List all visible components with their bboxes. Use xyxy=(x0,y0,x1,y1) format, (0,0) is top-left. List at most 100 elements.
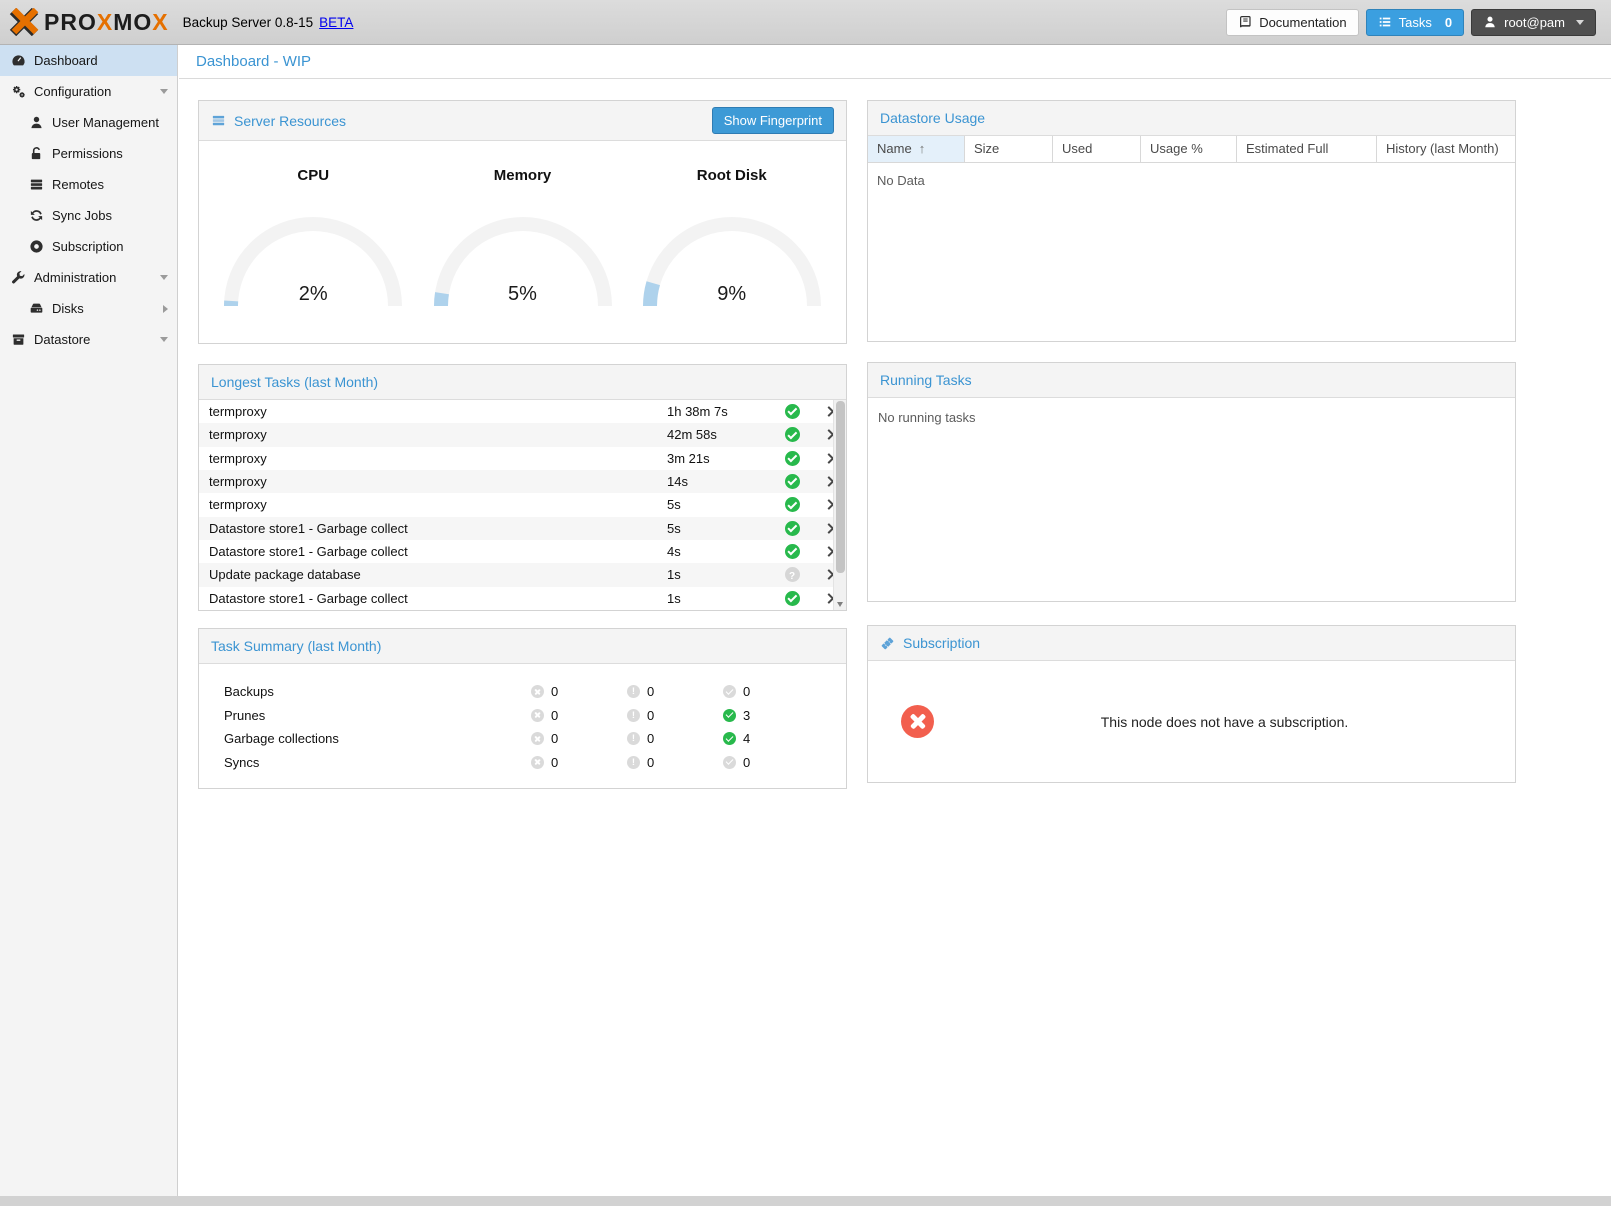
subscription-message: This node does not have a subscription. xyxy=(934,714,1515,730)
subscription-header: Subscription xyxy=(868,626,1515,661)
task-status-icon xyxy=(785,451,800,466)
task-status-icon xyxy=(785,544,800,559)
datastore-usage-title: Datastore Usage xyxy=(880,110,985,126)
ok-count-icon xyxy=(723,685,736,698)
sidebar-item-user-management[interactable]: User Management xyxy=(0,107,177,138)
column-header[interactable]: Usage % xyxy=(1141,136,1237,162)
beta-link[interactable]: BETA xyxy=(319,15,353,30)
sidebar-item-configuration[interactable]: Configuration xyxy=(0,76,177,107)
column-header[interactable]: Used xyxy=(1053,136,1141,162)
main-area: Dashboard - WIP Server Resources Show Fi… xyxy=(179,45,1611,1196)
sidebar-item-sync-jobs[interactable]: Sync Jobs xyxy=(0,200,177,231)
sidebar-nav: Dashboard Configuration User Management … xyxy=(0,45,178,1196)
task-row[interactable]: Datastore store1 - Garbage collect 5s xyxy=(199,517,846,540)
product-version-label: Backup Server 0.8-15 xyxy=(183,15,314,30)
column-header[interactable]: Name xyxy=(868,136,965,162)
user-icon xyxy=(29,115,44,130)
expander-caret-icon xyxy=(160,89,168,94)
longest-tasks-panel: Longest Tasks (last Month) termproxy 1h … xyxy=(198,364,847,611)
sidebar-item-label: User Management xyxy=(52,115,159,130)
tasks-label: Tasks xyxy=(1399,15,1432,30)
task-row[interactable]: termproxy 14s xyxy=(199,470,846,493)
task-duration: 3m 21s xyxy=(667,451,774,466)
task-row[interactable]: Update package database 1s xyxy=(199,563,846,586)
expander-caret-icon xyxy=(160,275,168,280)
task-status-icon xyxy=(785,591,800,606)
expander-caret-icon xyxy=(160,337,168,342)
proxmox-logo: PROXMOX xyxy=(8,8,169,36)
column-header[interactable]: Size xyxy=(965,136,1053,162)
gauge-percent-value: 5% xyxy=(428,283,618,306)
task-name: Update package database xyxy=(209,567,667,582)
sidebar-item-dashboard[interactable]: Dashboard xyxy=(0,45,177,76)
gears-icon xyxy=(11,84,26,99)
longest-tasks-list: termproxy 1h 38m 7s termproxy 42m 58s te… xyxy=(199,400,846,610)
task-row[interactable]: Datastore store1 - Garbage collect 4s xyxy=(199,540,846,563)
sidebar-item-label: Administration xyxy=(34,270,116,285)
sidebar-item-administration[interactable]: Administration xyxy=(0,262,177,293)
gauge-label: Memory xyxy=(428,167,618,184)
user-menu-button[interactable]: root@pam xyxy=(1471,9,1596,36)
sidebar-item-disks[interactable]: Disks xyxy=(0,293,177,324)
task-type-label: Syncs xyxy=(199,755,531,770)
show-fingerprint-button[interactable]: Show Fingerprint xyxy=(712,107,834,134)
scrollbar-thumb[interactable] xyxy=(836,401,845,573)
server-resources-title: Server Resources xyxy=(234,113,346,129)
unlock-icon xyxy=(29,146,44,161)
subscription-panel: Subscription This node does not have a s… xyxy=(867,625,1516,783)
task-list-icon xyxy=(1378,15,1392,29)
server-stack-icon xyxy=(29,177,44,192)
task-row[interactable]: termproxy 42m 58s xyxy=(199,423,846,446)
task-row[interactable]: Datastore store1 - Garbage collect 1s xyxy=(199,587,846,610)
task-row[interactable]: termproxy 1h 38m 7s xyxy=(199,400,846,423)
warning-count-icon xyxy=(627,732,640,745)
sidebar-item-datastore[interactable]: Datastore xyxy=(0,324,177,355)
task-duration: 14s xyxy=(667,474,774,489)
ok-count: 4 xyxy=(743,731,750,746)
task-name: termproxy xyxy=(209,497,667,512)
column-header[interactable]: History (last Month) xyxy=(1377,136,1515,162)
task-row[interactable]: termproxy 3m 21s xyxy=(199,447,846,470)
running-tasks-empty-text: No running tasks xyxy=(868,398,1515,601)
scrollbar-down-arrow[interactable] xyxy=(837,602,843,607)
running-tasks-header: Running Tasks xyxy=(868,363,1515,398)
sidebar-item-remotes[interactable]: Remotes xyxy=(0,169,177,200)
task-name: Datastore store1 - Garbage collect xyxy=(209,521,667,536)
task-duration: 42m 58s xyxy=(667,427,774,442)
sidebar-item-label: Dashboard xyxy=(34,53,98,68)
gauge: Root Disk 9% xyxy=(637,167,827,343)
task-duration: 5s xyxy=(667,521,774,536)
sidebar-item-permissions[interactable]: Permissions xyxy=(0,138,177,169)
sidebar-item-label: Datastore xyxy=(34,332,90,347)
server-resources-panel: Server Resources Show Fingerprint CPU 2% xyxy=(198,100,847,344)
task-duration: 1s xyxy=(667,591,774,606)
task-status-icon xyxy=(785,497,800,512)
vertical-scrollbar[interactable] xyxy=(833,400,846,610)
sidebar-item-subscription[interactable]: Subscription xyxy=(0,231,177,262)
task-summary-row: Garbage collections 0 0 4 xyxy=(199,727,846,751)
task-status-icon xyxy=(785,474,800,489)
expander-caret-icon xyxy=(163,305,168,313)
documentation-button[interactable]: Documentation xyxy=(1226,9,1358,36)
ok-count: 0 xyxy=(743,755,750,770)
task-summary-row: Backups 0 0 0 xyxy=(199,680,846,704)
sidebar-item-label: Disks xyxy=(52,301,84,316)
task-summary-body: Backups 0 0 0 xyxy=(199,664,846,788)
ok-count: 3 xyxy=(743,708,750,723)
gauge: CPU 2% xyxy=(218,167,408,343)
task-name: Datastore store1 - Garbage collect xyxy=(209,544,667,559)
sidebar-item-label: Configuration xyxy=(34,84,111,99)
ok-count: 0 xyxy=(743,684,750,699)
gauge-label: CPU xyxy=(218,167,408,184)
task-summary-panel: Task Summary (last Month) Backups 0 0 xyxy=(198,628,847,789)
no-subscription-error-icon xyxy=(901,705,934,738)
task-status-icon xyxy=(785,427,800,442)
tasks-button[interactable]: Tasks 0 xyxy=(1366,9,1464,36)
dashboard-icon xyxy=(11,53,26,68)
error-count: 0 xyxy=(551,708,558,723)
server-resources-header: Server Resources Show Fingerprint xyxy=(199,101,846,141)
horizontal-scrollbar[interactable] xyxy=(0,1196,1611,1206)
task-row[interactable]: termproxy 5s xyxy=(199,493,846,516)
column-header[interactable]: Estimated Full xyxy=(1237,136,1377,162)
task-summary-row: Prunes 0 0 3 xyxy=(199,704,846,728)
